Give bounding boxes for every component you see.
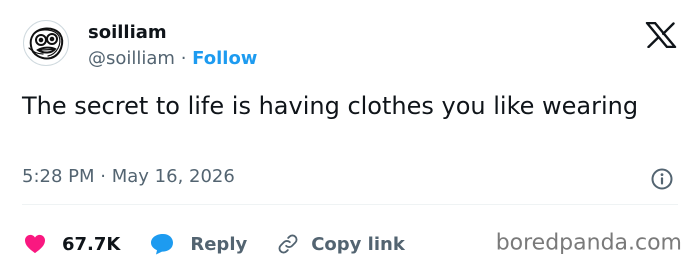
handle-row: @soilliam · Follow xyxy=(88,48,257,70)
link-icon xyxy=(278,234,298,254)
divider xyxy=(22,204,678,205)
like-count: 67.7K xyxy=(62,233,121,255)
x-logo-icon[interactable] xyxy=(645,22,677,48)
tweet-timestamp[interactable]: 5:28 PM · May 16, 2026 xyxy=(22,166,235,188)
tweet-text: The secret to life is having clothes you… xyxy=(22,92,639,120)
tweet-time[interactable]: 5:28 PM xyxy=(22,166,95,187)
scribble-face-icon xyxy=(28,27,64,60)
user-handle[interactable]: @soilliam xyxy=(88,48,175,69)
reply-button[interactable]: Reply xyxy=(150,233,247,255)
action-bar: 67.7K Reply Copy link xyxy=(24,233,405,255)
heart-icon xyxy=(25,234,45,254)
follow-button[interactable]: Follow xyxy=(192,48,257,69)
like-button[interactable]: 67.7K xyxy=(24,234,120,255)
avatar[interactable] xyxy=(23,20,69,66)
display-name[interactable]: soilliam xyxy=(88,22,167,44)
timestamp-separator: · xyxy=(100,166,106,187)
info-icon[interactable] xyxy=(650,167,674,191)
copy-link-button[interactable]: Copy link xyxy=(277,233,405,255)
reply-label: Reply xyxy=(190,233,248,255)
handle-separator: · xyxy=(180,48,187,69)
copy-link-label: Copy link xyxy=(311,233,405,255)
watermark: boredpanda.com xyxy=(495,230,682,256)
speech-bubble-icon xyxy=(151,234,174,255)
tweet-date[interactable]: May 16, 2026 xyxy=(112,166,235,187)
